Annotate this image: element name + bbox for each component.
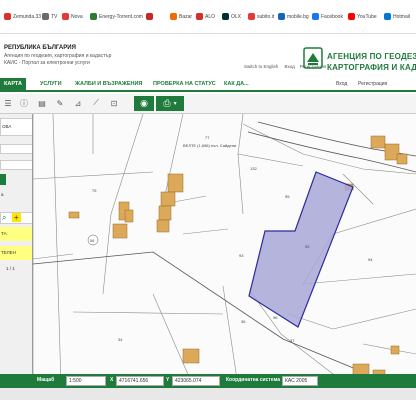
add-icon[interactable]: +: [11, 213, 21, 222]
parcel-label: 92: [305, 244, 310, 249]
parcel-label: 95: [285, 194, 290, 199]
mail-icon: [384, 13, 391, 20]
magnifier-icon: ⌕: [2, 213, 7, 222]
scale-field[interactable]: 1:500: [66, 376, 106, 386]
site-subtitle-portal: КАИС - Портал за електронни услуги: [4, 60, 90, 66]
measure-icon[interactable]: ⊿: [72, 97, 84, 109]
map-canvas[interactable]: 77 132 75 93 92 94 95 34 36 37 96 56 ВЕЛ…: [33, 114, 416, 386]
bookmark-subito[interactable]: subito.it: [248, 13, 274, 20]
result-owner[interactable]: ТЕЛЕН: [0, 246, 32, 260]
cadastral-map[interactable]: 77 132 75 93 92 94 95 34 36 37 96 56 ВЕЛ…: [33, 114, 416, 386]
tab-complaints[interactable]: ЖАЛБИ И ВЪЗРАЖЕНИЯ: [75, 81, 142, 87]
location-icon: ◉: [140, 98, 148, 108]
facebook-icon: [312, 13, 319, 20]
crs-select[interactable]: КАС 2005: [282, 376, 318, 386]
bookmark-icon: [278, 13, 285, 20]
draw-icon[interactable]: ✎: [54, 97, 66, 109]
y-label: Y: [166, 377, 170, 383]
selected-parcel[interactable]: [248, 171, 354, 328]
bookmark-zemunda[interactable]: Zemunda.33: [4, 13, 41, 20]
login-link[interactable]: Вход: [285, 64, 295, 69]
tab-how-to[interactable]: КАК ДА...: [224, 81, 249, 87]
bookmark-red[interactable]: [146, 13, 153, 20]
bookmarks-bar: Zemunda.33 TV Nova Energy-Torrent.com Ba…: [0, 0, 416, 34]
bookmark-icon: [146, 13, 153, 20]
agency-name-line1: АГЕНЦИЯ ПО ГЕОДЕЗИЯ: [327, 52, 416, 61]
y-coordinate-field[interactable]: 423065.074: [172, 376, 220, 386]
identify-icon[interactable]: ▤: [36, 97, 48, 109]
x-coordinate-field[interactable]: 4716741.656: [116, 376, 164, 386]
print-icon: ⎙: [163, 98, 171, 108]
site-title: РЕПУБЛИКА БЪЛГАРИЯ: [4, 45, 76, 51]
site-subtitle: Агенция по геодезия, картография и кадас…: [4, 53, 112, 59]
parcel-label: 34: [118, 337, 123, 342]
bookmark-mobile-bg[interactable]: mobile.bg: [278, 13, 309, 20]
bookmark-alo[interactable]: ALO: [196, 13, 215, 20]
search-button[interactable]: [0, 174, 6, 185]
bookmark-icon: [62, 13, 69, 20]
map-buildings: [68, 135, 408, 381]
bookmark-facebook[interactable]: Facebook: [312, 13, 343, 20]
left-search-panel: ОВА а ⌕ + ТА ТЕЛЕН 1 / 1: [0, 114, 33, 386]
bookmark-icon: [222, 13, 229, 20]
street-label: ВЕЛТЕ (1,656) пчл. Сайдени: [183, 143, 236, 148]
bookmark-icon: [170, 13, 177, 20]
os-taskbar: [0, 388, 416, 400]
info-icon[interactable]: ⓘ: [18, 97, 30, 109]
bookmark-tv[interactable]: TV: [42, 13, 57, 20]
x-label: X: [110, 377, 114, 383]
panel-text: а: [1, 192, 4, 197]
ruler-icon[interactable]: ⟋: [90, 97, 102, 109]
parcel-label: 96: [273, 315, 278, 320]
parcel-label: 37: [290, 338, 295, 343]
tab-status-check[interactable]: ПРОВЕРКА НА СТАТУС: [153, 81, 216, 87]
agency-logo[interactable]: АГЕНЦИЯ ПО ГЕОДЕЗИЯ КАРТОГРАФИЯ И КАДА: [303, 47, 416, 77]
youtube-icon: [348, 13, 355, 20]
bookmark-energy-torrent[interactable]: Energy-Torrent.com: [90, 13, 143, 20]
parcel-label: 56: [90, 238, 95, 243]
nav-register[interactable]: Регистрация: [358, 81, 387, 87]
bookmark-youtube[interactable]: YouTube: [348, 13, 377, 20]
agency-emblem-icon: [303, 47, 323, 69]
tab-map[interactable]: КАРТА: [0, 78, 26, 90]
chevron-down-icon: ▾: [173, 101, 177, 107]
location-button[interactable]: ◉: [134, 96, 154, 111]
bookmark-icon: [42, 13, 49, 20]
bookmark-olx[interactable]: OLX: [222, 13, 241, 20]
bookmark-icon: [90, 13, 97, 20]
pager: 1 / 1: [6, 266, 15, 271]
agency-name-line2: КАРТОГРАФИЯ И КАДА: [327, 63, 416, 72]
parcel-label: 75: [92, 188, 97, 193]
layers-icon[interactable]: ☰: [2, 97, 14, 109]
parcel-label: 93: [239, 253, 244, 258]
bookmark-icon: [4, 13, 11, 20]
bookmark-hotmail[interactable]: Hotmail: [384, 13, 410, 20]
result-item[interactable]: ⌕ +: [0, 212, 32, 224]
crs-label: Координатна система: [226, 377, 280, 383]
search-field[interactable]: ОВА: [0, 118, 32, 136]
bookmark-bazar[interactable]: Bazar: [170, 13, 192, 20]
parcel-label: 132: [250, 166, 257, 171]
search-field-3[interactable]: [0, 160, 32, 170]
parcel-label: 36: [241, 319, 246, 324]
coordinate-status-bar: Мащаб 1:500 X 4716741.656 Y 423065.074 К…: [0, 374, 416, 388]
bookmark-icon: [196, 13, 203, 20]
road-lines: [33, 121, 416, 373]
print-button[interactable]: ⎙ ▾: [156, 96, 184, 111]
parcel-label: 94: [368, 257, 373, 262]
select-icon[interactable]: ⊡: [108, 97, 120, 109]
parcel-lines: [33, 114, 416, 386]
nav-login[interactable]: Вход: [336, 81, 347, 87]
switch-english-link[interactable]: Switch to English: [244, 64, 278, 69]
parcel-label: 77: [205, 135, 210, 140]
bookmark-icon: [248, 13, 255, 20]
main-nav: КАРТА УСЛУГИ ЖАЛБИ И ВЪЗРАЖЕНИЯ ПРОВЕРКА…: [0, 78, 416, 92]
search-field-2[interactable]: [0, 144, 32, 154]
tab-services[interactable]: УСЛУГИ: [40, 81, 62, 87]
map-toolbar: ☰ ⓘ ▤ ✎ ⊿ ⟋ ⊡ ◉ ⎙ ▾: [0, 94, 416, 114]
bookmark-nova[interactable]: Nova: [62, 13, 83, 20]
scale-label: Мащаб: [37, 377, 55, 383]
result-highlight[interactable]: ТА: [0, 227, 32, 241]
